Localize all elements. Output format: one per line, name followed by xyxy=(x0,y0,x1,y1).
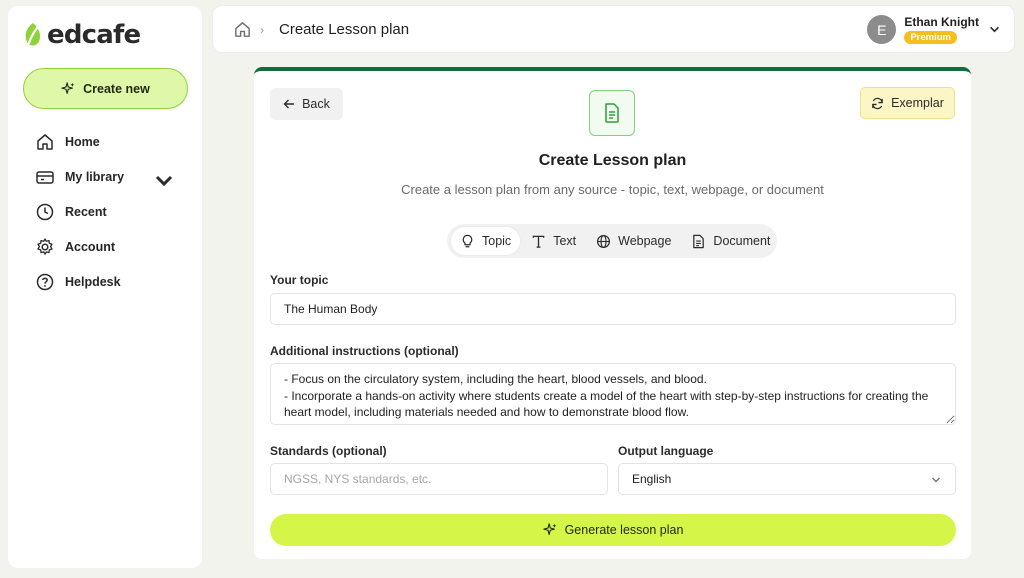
home-icon xyxy=(37,133,53,150)
sidebar-item-helpdesk[interactable]: Helpdesk xyxy=(8,264,202,299)
premium-badge: Premium xyxy=(904,31,957,44)
sparkle-icon xyxy=(61,81,75,94)
leaf-logo-icon xyxy=(25,23,41,46)
sidebar: edcafe Create new Home My library Recent… xyxy=(8,6,202,568)
chevron-down-icon xyxy=(932,477,940,483)
user-menu[interactable]: E Ethan Knight Premium xyxy=(867,15,1000,44)
tab-text[interactable]: Text xyxy=(522,227,585,255)
tab-webpage[interactable]: Webpage xyxy=(587,227,680,255)
card-title: Create Lesson plan xyxy=(538,152,687,169)
chevron-down-icon xyxy=(990,26,999,33)
tab-label: Document xyxy=(713,234,771,248)
user-name: Ethan Knight xyxy=(904,15,979,29)
create-new-button[interactable]: Create new xyxy=(23,68,188,109)
tab-label: Webpage xyxy=(618,234,672,248)
language-value: English xyxy=(632,472,672,486)
home-icon[interactable] xyxy=(233,20,252,39)
tab-label: Text xyxy=(553,234,577,248)
topic-input[interactable] xyxy=(270,293,956,325)
page-title: Create Lesson plan xyxy=(279,21,410,38)
tab-topic[interactable]: Topic xyxy=(451,227,521,255)
lesson-plan-icon xyxy=(589,90,635,136)
exemplar-button[interactable]: Exemplar xyxy=(860,87,955,119)
back-label: Back xyxy=(302,97,330,111)
language-select[interactable]: English xyxy=(618,463,956,495)
sidebar-item-label: Account xyxy=(65,239,115,254)
create-new-label: Create new xyxy=(83,81,150,96)
help-icon xyxy=(36,273,54,290)
sidebar-item-my-library[interactable]: My library xyxy=(8,159,202,194)
exemplar-label: Exemplar xyxy=(891,96,944,110)
document-icon xyxy=(605,103,619,123)
arrow-left-icon xyxy=(283,99,295,109)
tab-label: Topic xyxy=(482,234,512,248)
sidebar-item-label: Home xyxy=(65,134,100,149)
globe-icon xyxy=(597,234,611,248)
language-label: Output language xyxy=(618,444,714,458)
sidebar-item-label: Helpdesk xyxy=(65,274,121,289)
card-subtitle: Create a lesson plan from any source - t… xyxy=(401,182,824,197)
chevron-down-icon[interactable] xyxy=(154,171,174,191)
sidebar-item-recent[interactable]: Recent xyxy=(8,194,202,229)
document-icon xyxy=(693,234,705,248)
breadcrumb-separator: › xyxy=(260,23,264,37)
instructions-label: Additional instructions (optional) xyxy=(270,344,459,358)
topic-label: Your topic xyxy=(270,273,329,287)
tab-document[interactable]: Document xyxy=(682,227,779,255)
sidebar-item-home[interactable]: Home xyxy=(8,124,202,159)
clock-icon xyxy=(36,203,54,220)
generate-label: Generate lesson plan xyxy=(564,523,684,537)
sidebar-nav: Home My library Recent Account Helpdesk xyxy=(8,124,202,299)
back-button[interactable]: Back xyxy=(270,88,343,120)
text-icon xyxy=(532,235,545,248)
top-bar: › Create Lesson plan E Ethan Knight Prem… xyxy=(212,5,1015,53)
sidebar-item-label: Recent xyxy=(65,204,107,219)
sidebar-item-label: My library xyxy=(65,169,125,184)
logo-text: edcafe xyxy=(47,20,141,50)
lightbulb-icon xyxy=(462,234,473,247)
standards-input[interactable] xyxy=(270,463,608,495)
standards-label: Standards (optional) xyxy=(270,444,387,458)
source-tabs: Topic Text Webpage Document xyxy=(447,224,777,258)
generate-button[interactable]: Generate lesson plan xyxy=(270,514,956,546)
sparkle-icon xyxy=(542,523,556,535)
instructions-textarea[interactable]: - Focus on the circulatory system, inclu… xyxy=(270,363,956,425)
logo[interactable]: edcafe xyxy=(23,20,141,50)
avatar: E xyxy=(867,15,897,44)
refresh-icon xyxy=(872,97,883,109)
sidebar-item-account[interactable]: Account xyxy=(8,229,202,264)
gear-icon xyxy=(37,237,53,255)
library-icon xyxy=(36,170,54,184)
lesson-plan-card: Back Exemplar Create Lesson plan Create … xyxy=(254,67,971,559)
